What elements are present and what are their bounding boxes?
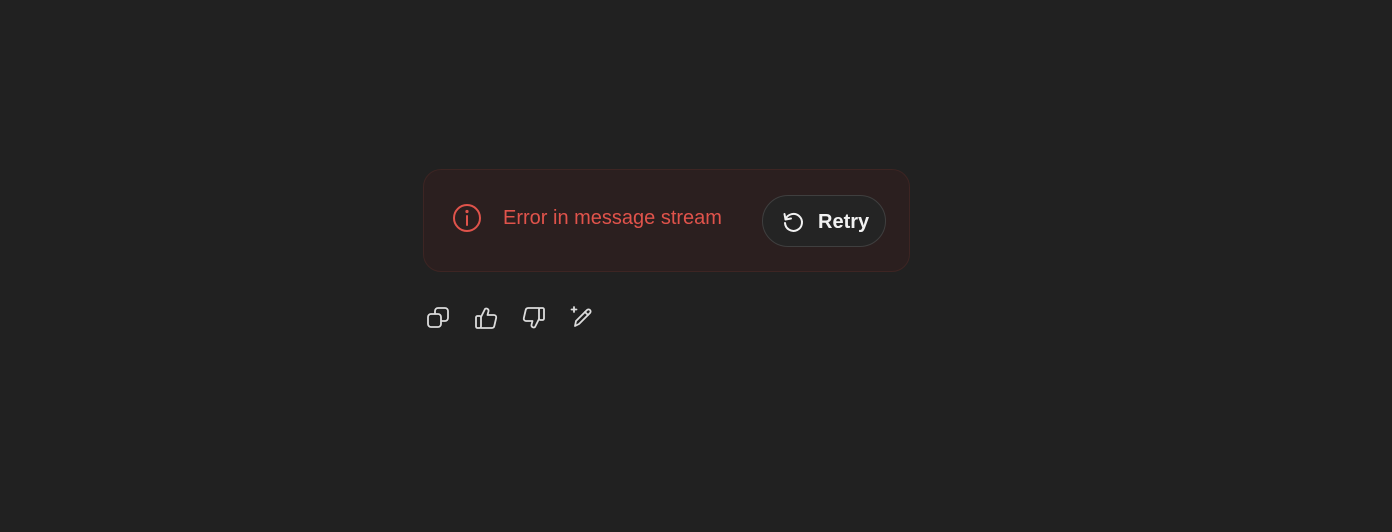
error-message: Error in message stream bbox=[503, 207, 722, 229]
thumbs-down-icon bbox=[522, 307, 545, 329]
error-banner: Error in message stream Retry bbox=[423, 169, 910, 272]
retry-button[interactable]: Retry bbox=[762, 195, 886, 247]
thumbs-down-button[interactable] bbox=[519, 303, 549, 333]
chat-page: Error in message stream Retry bbox=[0, 0, 1392, 532]
copy-button[interactable] bbox=[423, 303, 453, 333]
copy-icon bbox=[427, 307, 449, 328]
edit-button[interactable] bbox=[567, 303, 597, 333]
thumbs-up-button[interactable] bbox=[471, 303, 501, 333]
retry-label: Retry bbox=[818, 211, 870, 233]
thumbs-up-icon bbox=[475, 307, 498, 329]
edit-sparkle-icon bbox=[570, 306, 592, 327]
retry-icon bbox=[783, 212, 803, 232]
info-circle-icon bbox=[453, 204, 481, 232]
